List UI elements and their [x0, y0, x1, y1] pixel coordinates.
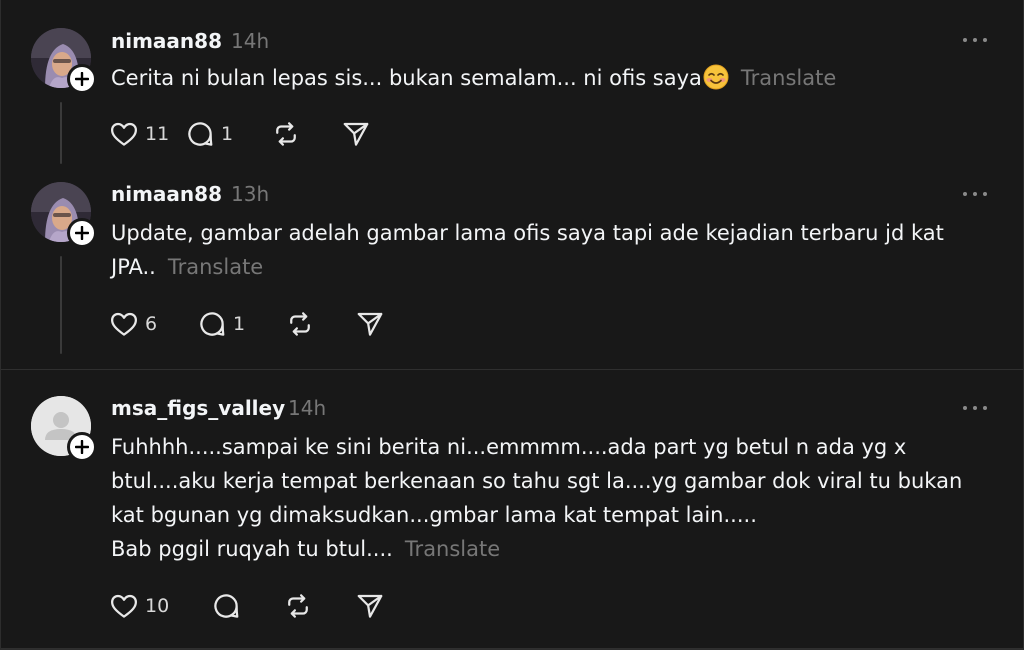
bottom-divider	[1, 648, 1023, 649]
reply-button[interactable]	[211, 591, 283, 621]
repost-icon	[288, 594, 308, 618]
action-bar: 10	[109, 590, 385, 622]
reply-post-3: msa_figs_valley 14h Fuhhhh.....sampai ke…	[1, 0, 1023, 650]
post-text-line: kat bgunan yg dimaksudkan...gmbar lama k…	[111, 503, 757, 527]
send-icon	[357, 594, 383, 618]
post-text-line: Bab pggil ruqyah tu btul....	[111, 537, 393, 561]
follow-button[interactable]	[67, 432, 97, 462]
like-button[interactable]: 10	[109, 591, 211, 621]
heart-icon	[111, 594, 137, 618]
plus-icon	[75, 440, 89, 454]
post-text-line: Fuhhhh.....sampai ke sini berita ni...em…	[111, 435, 907, 459]
post-text-line: btul....aku kerja tempat berkenaan so ta…	[111, 469, 963, 493]
username[interactable]: msa_figs_valley	[111, 396, 285, 420]
avatar-wrapper[interactable]	[31, 396, 97, 462]
share-button[interactable]	[355, 591, 385, 621]
like-count: 10	[145, 595, 170, 617]
more-icon[interactable]	[963, 404, 987, 412]
translate-link[interactable]: Translate	[405, 537, 500, 561]
timestamp[interactable]: 14h	[288, 396, 326, 420]
post-text: Fuhhhh.....sampai ke sini berita ni...em…	[111, 430, 1001, 566]
repost-button[interactable]	[283, 591, 355, 621]
threads-reply-list: nimaan88 14h Cerita ni bulan lepas sis..…	[0, 0, 1024, 650]
comment-icon	[214, 594, 239, 618]
